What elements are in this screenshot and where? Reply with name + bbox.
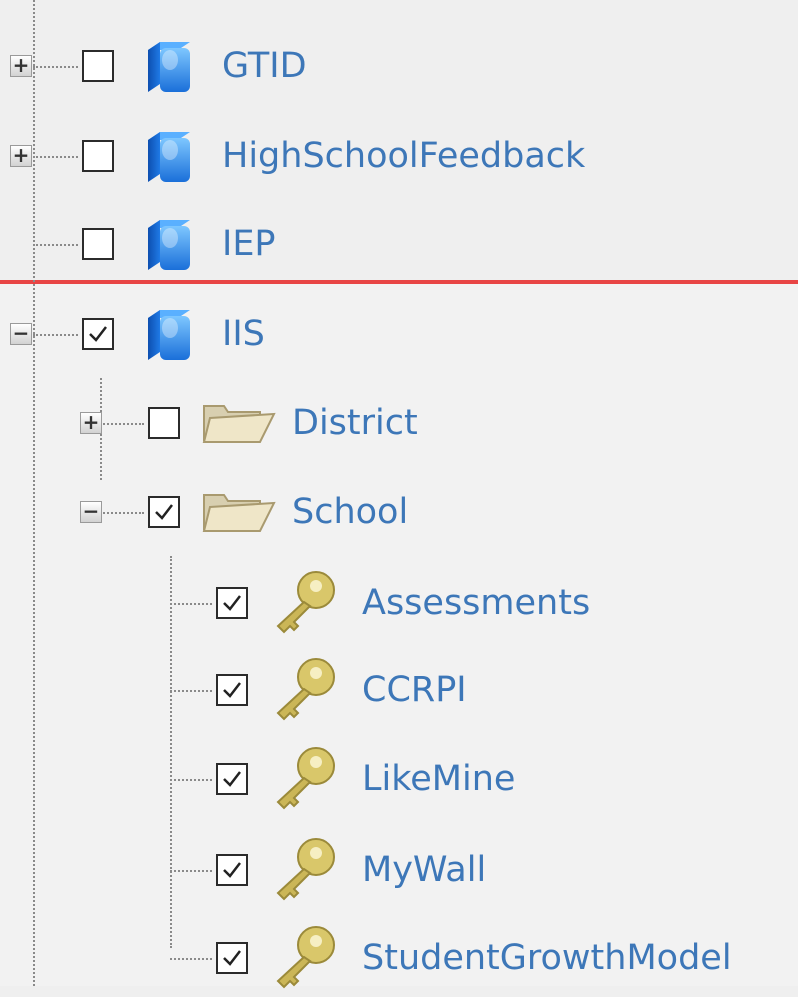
- tree-connector-branch: [170, 690, 212, 692]
- tree-connector-branch: [170, 779, 212, 781]
- collapse-button[interactable]: −: [10, 323, 32, 345]
- cube-icon: [144, 216, 194, 276]
- tree-item-label[interactable]: HighSchoolFeedback: [222, 134, 585, 178]
- tree-item-label[interactable]: StudentGrowthModel: [362, 936, 732, 980]
- checkbox[interactable]: [216, 587, 248, 619]
- tree-item-label[interactable]: LikeMine: [362, 757, 515, 801]
- tree-connector-branch: [33, 156, 78, 158]
- cube-icon: [144, 38, 194, 98]
- checkbox[interactable]: [216, 674, 248, 706]
- key-icon: [270, 835, 340, 909]
- checkbox[interactable]: [216, 942, 248, 974]
- checkbox[interactable]: [82, 140, 114, 172]
- tree-connector-branch: [33, 244, 78, 246]
- expand-button[interactable]: +: [80, 412, 102, 434]
- tree-connector-branch: [33, 334, 78, 336]
- key-icon: [270, 568, 340, 642]
- tree-view: + GTID + HighSchoolFeedback IEP − IIS + District…: [0, 0, 798, 989]
- checkmark-icon: [89, 326, 107, 342]
- tree-item-label[interactable]: MyWall: [362, 848, 486, 892]
- cube-icon: [144, 128, 194, 188]
- expand-button[interactable]: +: [10, 145, 32, 167]
- tree-connector-branch: [170, 958, 212, 960]
- tree-item-iis[interactable]: [0, 304, 798, 364]
- checkbox[interactable]: [216, 763, 248, 795]
- key-icon: [270, 744, 340, 818]
- drop-indicator-line: [0, 280, 798, 284]
- checkbox[interactable]: [216, 854, 248, 886]
- tree-item-gtid[interactable]: [0, 36, 798, 96]
- expand-button[interactable]: +: [10, 55, 32, 77]
- collapse-button[interactable]: −: [80, 501, 102, 523]
- tree-item-label[interactable]: GTID: [222, 44, 307, 88]
- checkbox[interactable]: [82, 228, 114, 260]
- checkbox[interactable]: [82, 50, 114, 82]
- tree-connector-branch: [33, 66, 78, 68]
- checkmark-icon: [223, 771, 241, 787]
- tree-connector-branch: [170, 603, 212, 605]
- checkmark-icon: [223, 862, 241, 878]
- checkbox[interactable]: [82, 318, 114, 350]
- tree-item-label[interactable]: CCRPI: [362, 668, 467, 712]
- tree-item-label[interactable]: District: [292, 401, 418, 445]
- tree-connector-branch: [100, 512, 144, 514]
- checkmark-icon: [223, 950, 241, 966]
- tree-connector-branch: [170, 870, 212, 872]
- tree-connector-branch: [100, 423, 144, 425]
- checkmark-icon: [223, 682, 241, 698]
- tree-item-iep[interactable]: [0, 214, 798, 274]
- folder-icon: [198, 489, 278, 539]
- tree-item-label[interactable]: IEP: [222, 222, 276, 266]
- checkmark-icon: [223, 595, 241, 611]
- tree-item-label[interactable]: School: [292, 490, 408, 534]
- checkbox[interactable]: [148, 407, 180, 439]
- cube-icon: [144, 306, 194, 366]
- key-icon: [270, 655, 340, 729]
- folder-icon: [198, 400, 278, 450]
- tree-item-label[interactable]: IIS: [222, 312, 265, 356]
- checkmark-icon: [155, 504, 173, 520]
- tree-item-label[interactable]: Assessments: [362, 581, 590, 625]
- checkbox[interactable]: [148, 496, 180, 528]
